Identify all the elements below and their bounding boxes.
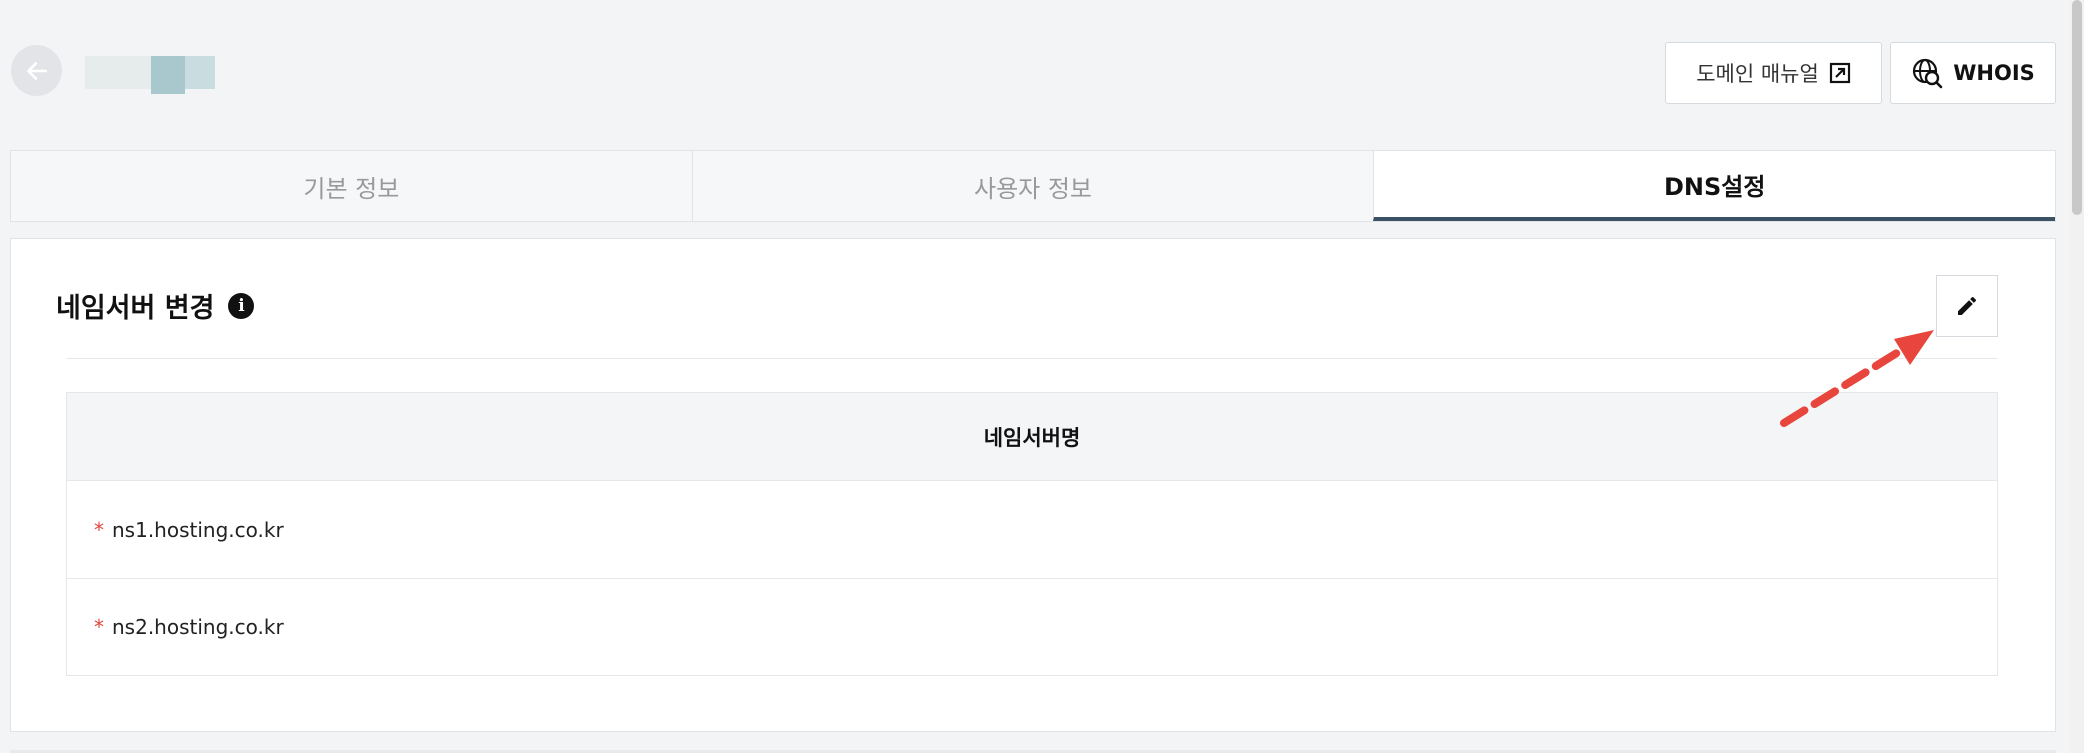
tab-dns-settings[interactable]: DNS설정 <box>1373 151 2056 221</box>
required-mark: * <box>94 517 104 542</box>
nameserver-change-title: 네임서버 변경 <box>56 293 215 324</box>
table-row: * ns2.hosting.co.kr <box>67 578 1997 675</box>
globe-search-icon <box>1913 58 1943 89</box>
info-icon[interactable]: i <box>228 292 255 319</box>
domain-tabs: 기본 정보 사용자 정보 DNS설정 <box>10 150 2056 222</box>
nameserver-value: ns1.hosting.co.kr <box>112 517 284 542</box>
whois-button[interactable]: WHOIS <box>1890 42 2056 104</box>
external-link-icon <box>1829 62 1850 84</box>
pencil-icon <box>1958 296 1977 315</box>
whois-label: WHOIS <box>1953 61 2035 85</box>
vertical-scrollbar[interactable] <box>2070 0 2084 753</box>
nameserver-value: ns2.hosting.co.kr <box>112 615 284 639</box>
scrollbar-thumb[interactable] <box>2072 0 2082 215</box>
tab-user-info[interactable]: 사용자 정보 <box>691 151 1374 221</box>
section-title: 네임서버 변경 i <box>56 286 255 325</box>
arrow-left-icon <box>26 61 47 80</box>
table-header: 네임서버명 <box>67 393 1997 481</box>
domain-manual-button[interactable]: 도메인 매뉴얼 <box>1665 42 1882 104</box>
back-button[interactable] <box>11 45 62 96</box>
blurred-domain-name <box>85 56 215 94</box>
table-row: * ns1.hosting.co.kr <box>67 481 1997 578</box>
domain-manual-label: 도메인 매뉴얼 <box>1696 62 1819 86</box>
required-mark: * <box>94 615 104 639</box>
edit-nameserver-button[interactable] <box>1936 275 1998 337</box>
tab-basic-info[interactable]: 기본 정보 <box>11 151 692 221</box>
nameserver-table: 네임서버명 * ns1.hosting.co.kr * ns2.hosting.… <box>66 392 1998 676</box>
section-divider <box>66 358 1998 359</box>
annotation-arrow <box>1780 330 1934 427</box>
